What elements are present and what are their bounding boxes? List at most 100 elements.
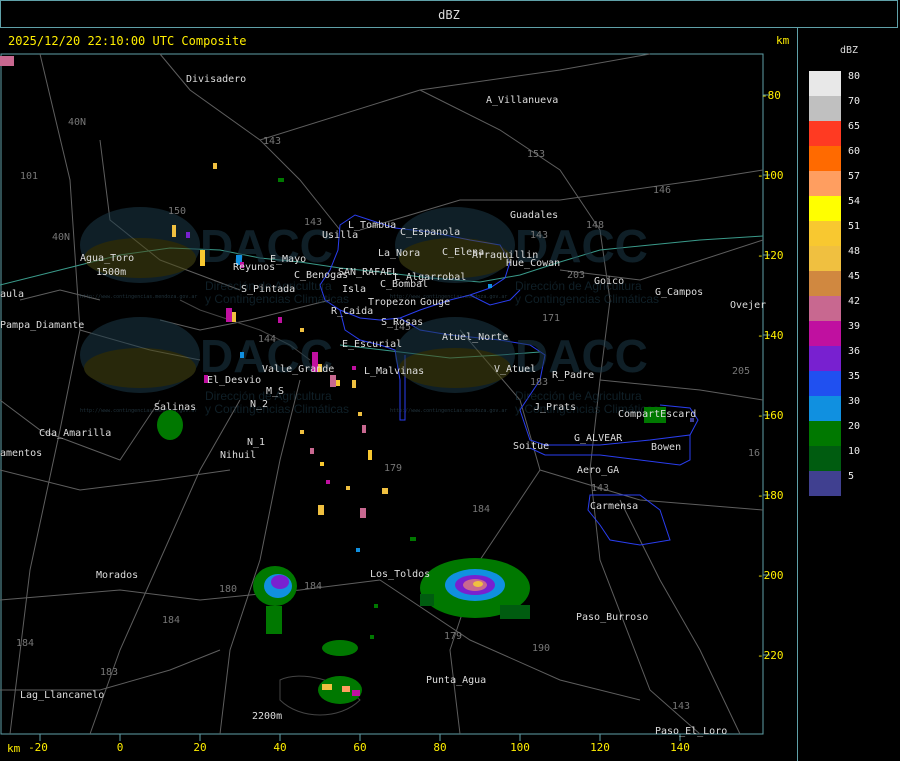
place-label: Soitue xyxy=(513,441,549,452)
legend-label: 57 xyxy=(848,171,861,182)
legend-item: 65 xyxy=(809,121,889,146)
legend-swatch xyxy=(809,71,841,96)
place-label: 1500m xyxy=(96,267,126,278)
route-number-label: 183 xyxy=(530,377,548,388)
route-number-label: 153 xyxy=(527,149,545,160)
place-label: amentos xyxy=(0,448,42,459)
legend-swatch xyxy=(809,371,841,396)
legend-swatch xyxy=(809,446,841,471)
plot-frame xyxy=(0,53,764,735)
place-label: Reyunos xyxy=(233,262,275,273)
place-label: 2200m xyxy=(252,711,282,722)
place-label: aula xyxy=(0,289,24,300)
route-number-label: 190 xyxy=(532,643,550,654)
legend-label: 35 xyxy=(848,371,861,382)
route-number-label: 184 xyxy=(304,581,322,592)
legend-label: 45 xyxy=(848,271,861,282)
watermark-line2: y Contingencias Climáticas xyxy=(515,292,659,306)
legend-item: 45 xyxy=(809,271,889,296)
legend-label: 54 xyxy=(848,196,861,207)
legend-swatch xyxy=(809,196,841,221)
x-tick-label: 20 xyxy=(193,741,206,754)
legend-item: 42 xyxy=(809,296,889,321)
route-number-label: 171 xyxy=(542,313,560,324)
x-tick-label: -20 xyxy=(28,741,48,754)
x-tick-labels: -20 0 20 40 60 80 100 120 140 xyxy=(28,741,690,754)
route-number-label: 144 xyxy=(258,334,276,345)
route-number-label: 180 xyxy=(219,584,237,595)
radar-map[interactable]: DACC Dirección de Agricultura y Continge… xyxy=(0,28,798,761)
place-label: R_Padre xyxy=(552,370,594,381)
x-axis-unit: km xyxy=(7,742,21,755)
place-label: G_Campos xyxy=(655,287,703,298)
place-label: Isla xyxy=(342,284,366,295)
legend-item: 60 xyxy=(809,146,889,171)
y-tick-label: -100 xyxy=(757,169,784,182)
legend-item: 51 xyxy=(809,221,889,246)
legend-label: 20 xyxy=(848,421,861,432)
route-number-label: 179 xyxy=(444,631,462,642)
legend-label: 70 xyxy=(848,96,861,107)
route-number-label: 150 xyxy=(168,206,186,217)
legend-item: 39 xyxy=(809,321,889,346)
place-label: CompartEscard xyxy=(618,409,696,420)
place-label: La_Nora xyxy=(378,248,420,259)
route-number-label: 16 xyxy=(748,448,760,459)
legend-swatch xyxy=(809,421,841,446)
legend-title: dBZ xyxy=(840,45,859,56)
legend-swatch xyxy=(809,146,841,171)
legend-swatch xyxy=(809,346,841,371)
place-label: N_2 xyxy=(250,399,268,410)
place-label: V_Atuel xyxy=(494,364,536,375)
y-tick-labels: -80 -100 -120 -140 -160 -180 -200 -220 xyxy=(757,89,784,662)
place-label: E_Mayo xyxy=(270,254,306,265)
place-label: Cda_Amarilla xyxy=(39,428,111,439)
place-label: C_Espanola xyxy=(400,227,460,238)
legend-swatch xyxy=(809,171,841,196)
place-label: Los_Toldos xyxy=(370,569,430,580)
place-label: Paso_Burroso xyxy=(576,612,648,623)
route-number-label: 203 xyxy=(567,270,585,281)
y-tick-label: -140 xyxy=(757,329,784,342)
legend-label: 60 xyxy=(848,146,861,157)
route-number-label: 40N xyxy=(68,117,86,128)
place-label: Agua_Toro xyxy=(80,253,134,264)
legend-swatch xyxy=(809,471,841,496)
legend-label: 36 xyxy=(848,346,861,357)
place-label: A_Villanueva xyxy=(486,95,558,106)
route-number-label: 143 xyxy=(530,230,548,241)
roads xyxy=(0,53,764,735)
legend-label: 51 xyxy=(848,221,861,232)
place-label: Usilla xyxy=(322,230,358,241)
legend-item: 5 xyxy=(809,471,889,496)
x-tick-label: 60 xyxy=(353,741,366,754)
legend-label: 5 xyxy=(848,471,855,482)
place-label: Guadales xyxy=(510,210,558,221)
y-tick-label: -160 xyxy=(757,409,784,422)
place-label: N_1 xyxy=(247,437,265,448)
legend-swatch xyxy=(809,246,841,271)
legend-swatch xyxy=(809,121,841,146)
place-label: S_Rosas xyxy=(381,317,423,328)
legend-label: 42 xyxy=(848,296,861,307)
place-label: L_Malvinas xyxy=(364,366,424,377)
place-label: Valle_Grande xyxy=(262,364,334,375)
x-tick-label: 100 xyxy=(510,741,530,754)
legend-swatch xyxy=(809,321,841,346)
legend-item: 35 xyxy=(809,371,889,396)
route-number-label: 179 xyxy=(384,463,402,474)
legend-item: 20 xyxy=(809,421,889,446)
place-label: SAN_RAFAEL xyxy=(338,267,398,278)
legend-label: 30 xyxy=(848,396,861,407)
place-label: Morados xyxy=(96,570,138,581)
y-tick-label: -120 xyxy=(757,249,784,262)
place-label: Punta_Agua xyxy=(426,675,486,686)
place-label: S_Pintada xyxy=(241,284,295,295)
legend-item: 57 xyxy=(809,171,889,196)
legend-item: 36 xyxy=(809,346,889,371)
route-number-label: 146 xyxy=(653,185,671,196)
place-label: G_ALVEAR xyxy=(574,433,623,444)
route-number-label: 184 xyxy=(162,615,180,626)
route-number-label: 143 xyxy=(672,701,690,712)
place-label: Goico xyxy=(594,276,624,287)
